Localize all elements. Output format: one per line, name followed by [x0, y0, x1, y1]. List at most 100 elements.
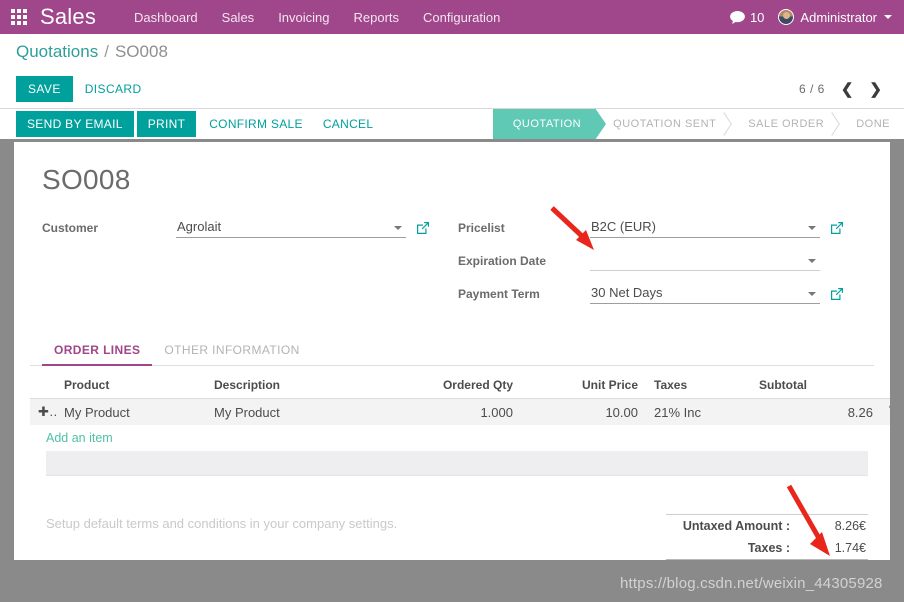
user-name: Administrator — [800, 10, 877, 25]
cell-taxes[interactable]: 21% Inc — [646, 399, 751, 426]
payment-term-input[interactable] — [590, 284, 820, 304]
table-header-product: Product — [56, 374, 206, 399]
field-label-pricelist: Pricelist — [458, 218, 590, 235]
field-customer: Customer — [42, 218, 430, 240]
messages-menu[interactable]: 10 — [730, 10, 764, 25]
add-item-row: Add an item — [30, 425, 874, 451]
cell-unit-price[interactable]: 10.00 — [521, 399, 646, 426]
form-columns: Customer — [30, 218, 874, 317]
table-header-subtotal: Subtotal — [751, 374, 881, 399]
notebook: ORDER LINES OTHER INFORMATION — [30, 337, 874, 476]
customer-input[interactable] — [176, 218, 406, 238]
pricelist-external-link-icon[interactable] — [830, 221, 844, 235]
cancel-button[interactable]: CANCEL — [313, 111, 383, 137]
empty-lines-band — [46, 451, 868, 476]
add-an-item-link[interactable]: Add an item — [30, 425, 113, 451]
breadcrumb-current: SO008 — [115, 42, 168, 62]
table-header-ordered-qty: Ordered Qty — [376, 374, 521, 399]
untaxed-amount-value: 8.26€ — [792, 515, 868, 538]
untaxed-amount-label: Untaxed Amount : — [666, 515, 792, 538]
table-header-description: Description — [206, 374, 376, 399]
field-pricelist: Pricelist — [458, 218, 844, 240]
statusbar: QUOTATION QUOTATION SENT SALE ORDER DONE — [493, 109, 904, 139]
field-payment-term: Payment Term — [458, 284, 844, 306]
breadcrumb-root[interactable]: Quotations — [16, 42, 98, 62]
chat-bubble-icon — [730, 11, 745, 24]
pricelist-input[interactable] — [590, 218, 820, 238]
status-stage-done[interactable]: DONE — [838, 109, 904, 139]
action-statusbar-row: SEND BY EMAIL PRINT CONFIRM SALE CANCEL … — [0, 109, 904, 142]
status-stage-quotation-sent[interactable]: QUOTATION SENT — [595, 109, 730, 139]
cell-description[interactable]: My Product — [206, 399, 376, 426]
table-header-handle — [30, 374, 56, 399]
cell-subtotal: 8.26 — [751, 399, 881, 426]
order-lines-table: Product Description Ordered Qty Unit Pri… — [30, 374, 890, 425]
brand-title: Sales — [40, 4, 96, 30]
discard-button[interactable]: DISCARD — [73, 76, 154, 102]
breadcrumb-separator: / — [104, 42, 109, 62]
main-menu: Dashboard Sales Invoicing Reports Config… — [122, 4, 512, 31]
taxes-label: Taxes : — [666, 537, 792, 560]
trash-icon[interactable] — [881, 399, 890, 426]
field-expiration-date: Expiration Date — [458, 251, 844, 273]
avatar — [778, 9, 794, 25]
chevron-down-icon — [884, 15, 892, 19]
form-sheet: SO008 Customer — [14, 142, 890, 560]
send-by-email-button[interactable]: SEND BY EMAIL — [16, 111, 134, 137]
confirm-sale-button[interactable]: CONFIRM SALE — [199, 111, 313, 137]
pager: 6 / 6 ❮ ❯ — [799, 80, 888, 99]
chevron-right-icon[interactable]: ❯ — [863, 80, 888, 99]
totals-row-total: Total : (update) 10.00€ — [666, 560, 868, 561]
table-header-taxes: Taxes — [646, 374, 751, 399]
form-column-right: Pricelist — [452, 218, 874, 317]
messages-count: 10 — [750, 10, 764, 25]
menu-item-invoicing[interactable]: Invoicing — [266, 4, 341, 31]
payment-term-external-link-icon[interactable] — [830, 287, 844, 301]
print-button[interactable]: PRINT — [137, 111, 197, 137]
total-value: 10.00€ — [792, 560, 868, 561]
top-navbar: Sales Dashboard Sales Invoicing Reports … — [0, 0, 904, 34]
cell-product[interactable]: My Product — [56, 399, 206, 426]
chevron-left-icon[interactable]: ❮ — [835, 80, 860, 99]
field-label-payment-term: Payment Term — [458, 284, 590, 301]
customer-external-link-icon[interactable] — [416, 221, 430, 235]
menu-item-configuration[interactable]: Configuration — [411, 4, 512, 31]
cell-ordered-qty[interactable]: 1.000 — [376, 399, 521, 426]
notebook-tabs: ORDER LINES OTHER INFORMATION — [30, 337, 874, 366]
table-header-unit-price: Unit Price — [521, 374, 646, 399]
menu-item-reports[interactable]: Reports — [342, 4, 412, 31]
status-stage-quotation[interactable]: QUOTATION — [493, 109, 595, 139]
totals-row-untaxed: Untaxed Amount : 8.26€ — [666, 515, 868, 538]
expiration-date-input[interactable] — [590, 251, 820, 271]
pager-value: 6 / 6 — [799, 82, 831, 96]
apps-grid-icon[interactable] — [8, 6, 30, 28]
watermark-text: https://blog.csdn.net/weixin_44305928 — [620, 575, 883, 592]
total-label: Total : (update) — [666, 560, 792, 561]
taxes-value: 1.74€ — [792, 537, 868, 560]
sheet-background: SO008 Customer — [0, 142, 904, 560]
menu-item-sales[interactable]: Sales — [210, 4, 267, 31]
form-column-left: Customer — [30, 218, 452, 317]
table-row[interactable]: ✚ My Product My Product 1.000 10.00 21% … — [30, 399, 890, 426]
breadcrumb: Quotations / SO008 — [16, 42, 168, 62]
navbar-right: 10 Administrator — [730, 9, 894, 25]
sheet-footer: Setup default terms and conditions in yo… — [30, 514, 874, 560]
field-label-customer: Customer — [42, 218, 176, 235]
totals-row-taxes: Taxes : 1.74€ — [666, 537, 868, 560]
save-button[interactable]: SAVE — [16, 76, 73, 102]
tab-order-lines[interactable]: ORDER LINES — [42, 337, 152, 366]
terms-placeholder-text[interactable]: Setup default terms and conditions in yo… — [44, 514, 434, 560]
totals-block: Untaxed Amount : 8.26€ Taxes : 1.74€ Tot… — [666, 514, 868, 560]
table-header-actions — [881, 374, 890, 399]
page-title: SO008 — [42, 164, 874, 196]
user-menu[interactable]: Administrator — [778, 9, 892, 25]
menu-item-dashboard[interactable]: Dashboard — [122, 4, 210, 31]
field-label-expiration-date: Expiration Date — [458, 251, 590, 268]
drag-handle-icon[interactable]: ✚ — [30, 399, 56, 426]
control-buttons-row: SAVE DISCARD 6 / 6 ❮ ❯ — [16, 70, 888, 108]
breadcrumb-row: Quotations / SO008 — [16, 34, 888, 70]
tab-other-information[interactable]: OTHER INFORMATION — [152, 337, 311, 366]
control-panel: Quotations / SO008 SAVE DISCARD 6 / 6 ❮ … — [0, 34, 904, 109]
status-stage-sale-order[interactable]: SALE ORDER — [730, 109, 838, 139]
terms-field: Setup default terms and conditions in yo… — [44, 514, 434, 560]
